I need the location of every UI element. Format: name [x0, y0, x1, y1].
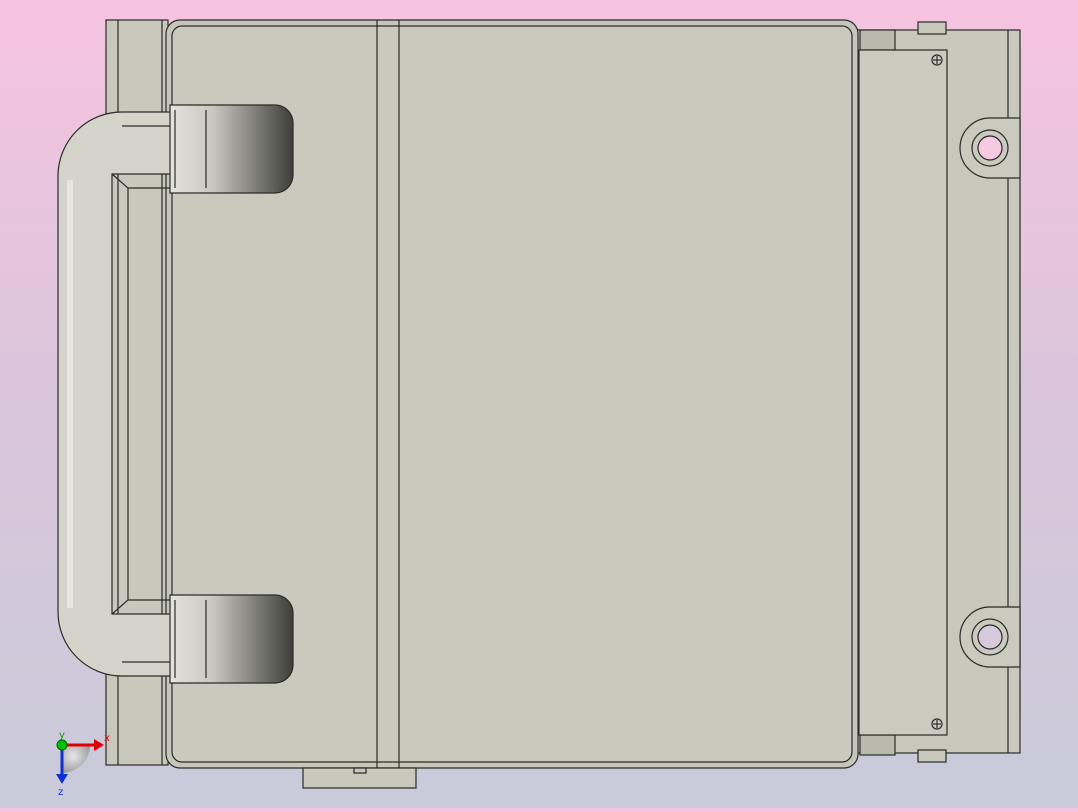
handle-grip-top — [169, 104, 294, 194]
bottom-connector-tab — [302, 767, 417, 789]
model-view[interactable]: x y z — [0, 0, 1078, 808]
axis-triad[interactable]: x y z — [56, 730, 110, 798]
screw-icon — [931, 54, 943, 66]
z-axis-label: z — [58, 787, 63, 798]
cad-viewport[interactable]: x y z — [0, 0, 1078, 808]
y-axis-label: y — [59, 730, 65, 741]
x-axis-arrowhead — [94, 739, 104, 751]
z-axis-arrowhead — [56, 774, 68, 784]
mounting-ear-bottom — [959, 606, 1021, 668]
handle-grip-bottom — [169, 594, 294, 684]
x-axis-label: x — [104, 733, 110, 744]
mounting-ear-top — [959, 117, 1021, 179]
y-axis-dot — [56, 739, 68, 751]
screw-icon — [931, 718, 943, 730]
